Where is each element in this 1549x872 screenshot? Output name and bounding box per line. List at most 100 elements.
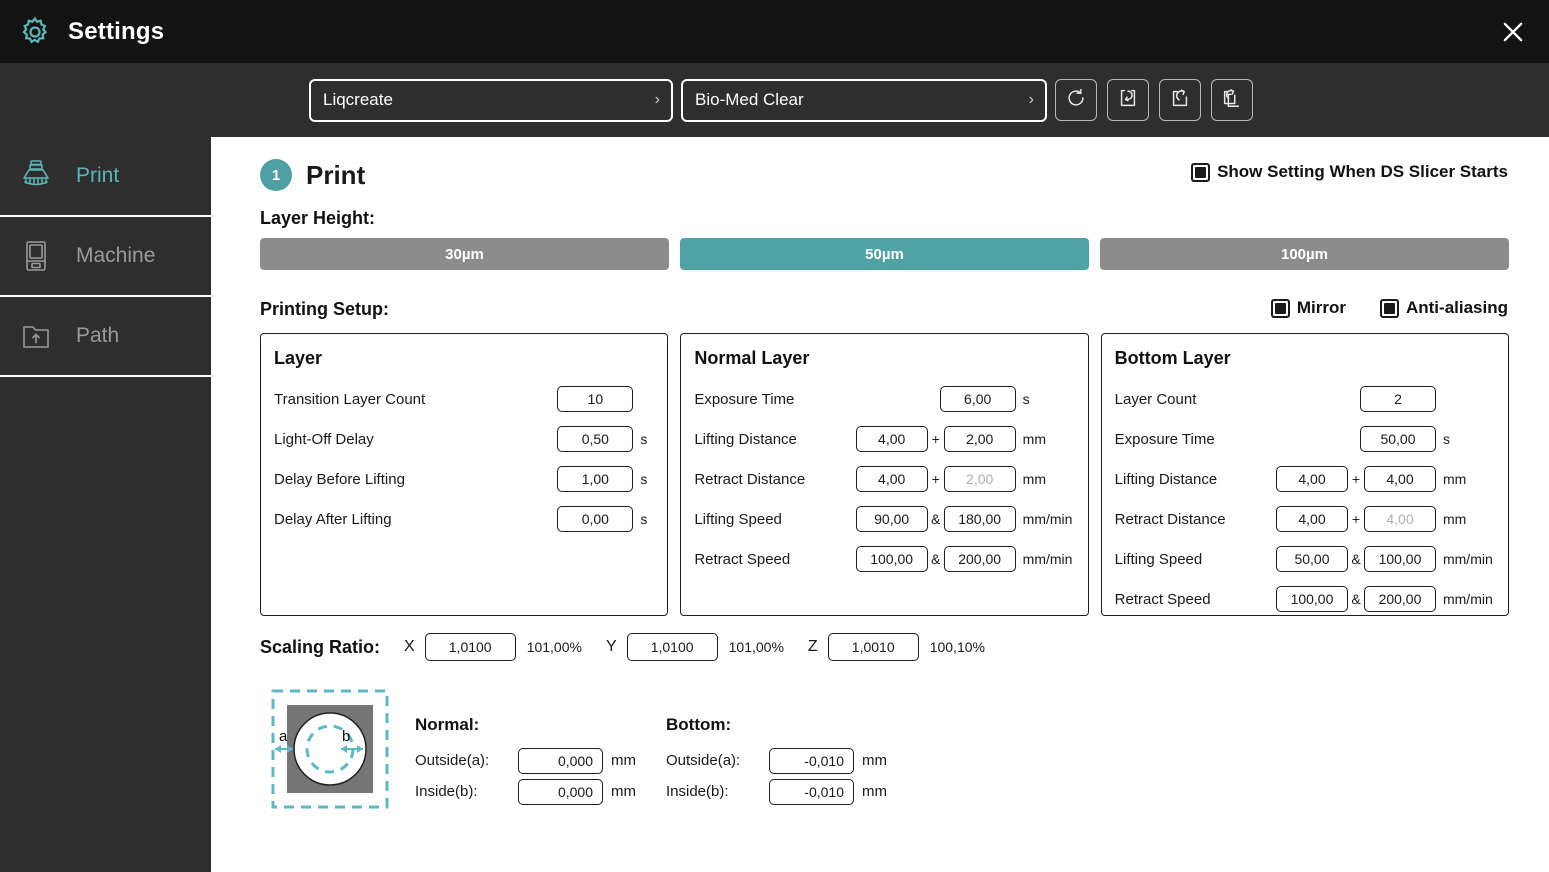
machine-icon <box>16 236 56 276</box>
field-row: Layer Count 2 <box>1115 379 1495 419</box>
layer-height-option-100um[interactable]: 100µm <box>1100 238 1509 270</box>
settings-window: Settings Liqcreate › Bio-Med Clear › Pri… <box>0 0 1549 872</box>
field-row: Exposure Time 50,00 s <box>1115 419 1495 459</box>
bottom-layer-count-input[interactable]: 2 <box>1359 386 1436 412</box>
field-label: Exposure Time <box>1114 430 1215 448</box>
field-operator: & <box>930 511 941 527</box>
export-button[interactable] <box>1159 79 1201 121</box>
mirror-label: Mirror <box>1296 298 1346 317</box>
field-label: Retract Speed <box>694 550 791 568</box>
scaling-axis-label-z: Z <box>807 638 818 655</box>
field-label: Lifting Speed <box>1114 550 1203 568</box>
sidebar-item-path[interactable]: Path <box>0 297 211 377</box>
bottom-inside-label: Inside(b): <box>666 783 729 800</box>
normal-lifting-speed-input-2[interactable]: 180,00 <box>943 506 1016 532</box>
field-row: Transition Layer Count 10 <box>274 379 654 419</box>
bottom-retract-speed-input-1[interactable]: 100,00 <box>1275 586 1348 612</box>
field-row: Lifting Distance 4,00 + 2,00 mm <box>694 419 1074 459</box>
bottom-lifting-distance-input-2[interactable]: 4,00 <box>1363 466 1436 492</box>
chevron-right-icon: › <box>654 91 660 108</box>
normal-lifting-distance-input-2[interactable]: 2,00 <box>943 426 1016 452</box>
compensation-normal: Normal: Outside(a): 0,000 mm Inside(b): … <box>415 715 636 807</box>
field-unit: mm/min <box>1442 551 1493 567</box>
import-icon <box>1117 87 1139 114</box>
mirror-checkbox[interactable]: Mirror <box>1270 298 1346 318</box>
field-row: Retract Distance 4,00 + 2,00 mm <box>694 459 1074 499</box>
export-all-button[interactable] <box>1211 79 1253 121</box>
scaling-axis-label-y: Y <box>605 638 617 655</box>
show-setting-checkbox[interactable]: Show Setting When DS Slicer Starts <box>1191 162 1508 182</box>
antialiasing-checkbox[interactable]: Anti-aliasing <box>1379 298 1508 318</box>
delay-after-lifting-input[interactable]: 0,00 <box>557 506 634 532</box>
panel-bottom-layer: Bottom Layer Layer Count 2 Exposure Time… <box>1100 333 1509 616</box>
field-row: Light-Off Delay 0,50 s <box>274 419 654 459</box>
field-row: Delay Before Lifting 1,00 s <box>274 459 654 499</box>
normal-lifting-speed-input-1[interactable]: 90,00 <box>855 506 928 532</box>
scaling-z-percent: 100,10% <box>929 639 985 655</box>
bottom-lifting-speed-input-2[interactable]: 100,00 <box>1363 546 1436 572</box>
normal-exposure-time-input[interactable]: 6,00 <box>939 386 1016 412</box>
checkbox-checked-icon <box>1270 298 1290 318</box>
brand-select-value: Liqcreate <box>323 90 393 109</box>
bottom-lifting-distance-input-1[interactable]: 4,00 <box>1275 466 1348 492</box>
compensation-normal-title: Normal: <box>415 715 480 734</box>
bottom-exposure-time-input[interactable]: 50,00 <box>1359 426 1436 452</box>
sidebar-item-label: Machine <box>76 244 156 267</box>
compensation-row: Outside(a): -0,010 mm <box>666 745 887 776</box>
import-button[interactable] <box>1107 79 1149 121</box>
field-row: Delay After Lifting 0,00 s <box>274 499 654 539</box>
resin-select[interactable]: Bio-Med Clear › <box>681 78 1047 122</box>
normal-retract-speed-input-1[interactable]: 100,00 <box>855 546 928 572</box>
normal-retract-distance-input-1[interactable]: 4,00 <box>855 466 928 492</box>
normal-inside-input[interactable]: 0,000 <box>518 778 603 805</box>
layer-height-option-30um[interactable]: 30µm <box>260 238 669 270</box>
normal-outside-input[interactable]: 0,000 <box>518 747 603 774</box>
reset-button[interactable] <box>1055 79 1097 121</box>
field-label: Retract Distance <box>1114 510 1226 528</box>
compensation-diagram-icon: a b <box>271 687 389 811</box>
sidebar-empty-area <box>0 377 211 870</box>
svg-text:b: b <box>342 728 350 745</box>
bottom-outside-input[interactable]: -0,010 <box>769 747 854 774</box>
close-icon[interactable] <box>1491 10 1535 54</box>
panel-title: Layer <box>274 348 323 368</box>
field-operator: + <box>1351 471 1361 487</box>
bottom-inside-input[interactable]: -0,010 <box>769 778 854 805</box>
printing-setup-label: Printing Setup: <box>260 299 389 319</box>
sidebar-item-label: Path <box>76 324 120 347</box>
layer-height-label: Layer Height: <box>260 208 376 228</box>
reset-icon <box>1065 87 1087 114</box>
normal-retract-speed-input-2[interactable]: 200,00 <box>943 546 1016 572</box>
light-off-delay-input[interactable]: 0,50 <box>557 426 634 452</box>
layer-height-option-50um[interactable]: 50µm <box>680 238 1089 270</box>
scaling-z-input[interactable]: 1,0010 <box>827 633 919 661</box>
gear-icon <box>18 15 52 49</box>
field-label: Transition Layer Count <box>274 390 426 408</box>
delay-before-lifting-input[interactable]: 1,00 <box>557 466 634 492</box>
field-row: Exposure Time 6,00 s <box>694 379 1074 419</box>
bottom-lifting-speed-input-1[interactable]: 50,00 <box>1275 546 1348 572</box>
field-unit: s <box>1022 391 1030 407</box>
scaling-x-input[interactable]: 1,0100 <box>424 633 516 661</box>
scaling-ratio-label: Scaling Ratio: <box>260 636 381 657</box>
scaling-y-input[interactable]: 1,0100 <box>626 633 718 661</box>
sidebar-item-label: Print <box>76 164 120 187</box>
normal-lifting-distance-input-1[interactable]: 4,00 <box>855 426 928 452</box>
field-label: Layer Count <box>1114 390 1197 408</box>
normal-inside-unit: mm <box>611 783 636 800</box>
bottom-retract-distance-input-1[interactable]: 4,00 <box>1275 506 1348 532</box>
compensation-row: Inside(b): -0,010 mm <box>666 776 887 807</box>
panel-title: Normal Layer <box>694 348 810 368</box>
bottom-retract-speed-input-2[interactable]: 200,00 <box>1363 586 1436 612</box>
sidebar-item-print[interactable]: Print <box>0 137 211 217</box>
antialiasing-label: Anti-aliasing <box>1405 298 1508 317</box>
transition-layer-count-input[interactable]: 10 <box>557 386 634 412</box>
scaling-axis-label-x: X <box>404 638 415 655</box>
toolbar: Liqcreate › Bio-Med Clear › <box>0 63 1549 137</box>
brand-select[interactable]: Liqcreate › <box>309 78 673 122</box>
field-unit: mm <box>1022 471 1046 487</box>
chevron-right-icon: › <box>1028 91 1034 108</box>
panel-normal-layer: Normal Layer Exposure Time 6,00 s Liftin… <box>680 333 1089 616</box>
step-badge: 1 <box>260 159 292 191</box>
sidebar-item-machine[interactable]: Machine <box>0 217 211 297</box>
